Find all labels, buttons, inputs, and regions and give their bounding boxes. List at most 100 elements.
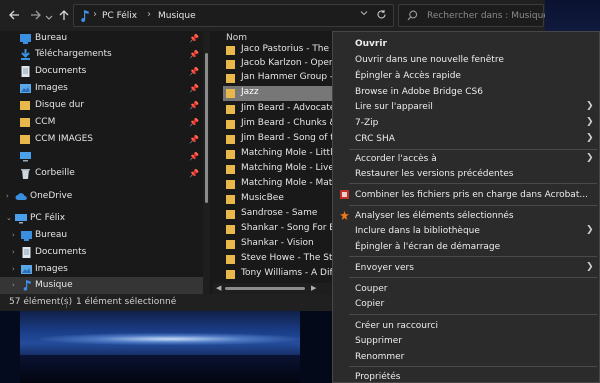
pin-icon[interactable]: 📌 <box>189 169 199 178</box>
menu-item-acrobat-combine[interactable]: Combiner les fichiers pris en charge dan… <box>333 187 599 203</box>
menu-item-crc-sha[interactable]: CRC SHA ❯ <box>333 131 599 147</box>
menu-item-create-shortcut[interactable]: Créer un raccourci <box>333 318 599 334</box>
expand-chevron-icon[interactable]: › <box>12 248 15 256</box>
nav-item-onedrive[interactable]: › OneDrive <box>6 189 196 205</box>
file-row[interactable]: Shankar - Song For Ever <box>226 222 332 237</box>
nav-item-ccm-images[interactable]: CCM IMAGES <box>20 132 200 148</box>
address-dropdown-chevron-icon[interactable] <box>360 9 368 20</box>
scroll-left-icon[interactable]: ◀ <box>216 284 221 292</box>
folder-icon <box>20 100 31 111</box>
menu-item-pin-start[interactable]: Épingler à l'écran de démarrage <box>333 239 599 255</box>
file-row[interactable]: Steve Howe - The Steve <box>226 252 332 267</box>
nav-item-pc-musique[interactable]: › Musique <box>12 278 197 294</box>
nav-item-pc-bureau[interactable]: › Bureau <box>12 228 197 244</box>
menu-item-rename[interactable]: Renommer <box>333 349 599 365</box>
folder-icon <box>226 119 235 129</box>
file-row[interactable]: Tony Williams - A Differe <box>226 267 332 282</box>
nav-item-label: Corbeille <box>35 168 75 178</box>
pin-icon[interactable]: 📌 <box>189 152 199 161</box>
recent-locations-chevron-icon[interactable] <box>45 11 53 25</box>
nav-item-ccm[interactable]: CCM <box>20 115 200 131</box>
nav-item-telechargements[interactable]: Téléchargements <box>20 47 200 63</box>
file-row[interactable]: MusicBee <box>226 192 332 207</box>
pin-icon[interactable]: 📌 <box>189 50 199 59</box>
folder-icon <box>226 254 235 264</box>
menu-item-copy[interactable]: Copier <box>333 296 599 312</box>
file-row[interactable]: Jan Hammer Group - Liv <box>226 71 332 86</box>
nav-item-documents[interactable]: Documents <box>20 64 200 80</box>
horizontal-scrollbar-thumb[interactable] <box>225 287 305 290</box>
menu-separator <box>349 149 597 150</box>
pin-icon[interactable]: 📌 <box>189 118 199 127</box>
pin-icon[interactable]: 📌 <box>189 34 199 43</box>
forward-arrow-icon[interactable] <box>29 8 43 22</box>
menu-item-open-new-window[interactable]: Ouvrir dans une nouvelle fenêtre <box>333 52 599 68</box>
menu-item-properties[interactable]: Propriétés <box>333 369 599 383</box>
file-row[interactable]: Matching Mole - Little R <box>226 147 332 162</box>
nav-scrollbar[interactable] <box>203 31 210 294</box>
pictures-icon <box>20 83 31 94</box>
nav-item-images[interactable]: Images <box>20 81 200 97</box>
menu-item-give-access[interactable]: Accorder l'accès à ❯ <box>333 151 599 167</box>
expand-chevron-icon[interactable]: › <box>6 192 9 200</box>
folder-icon <box>226 179 235 189</box>
pin-icon[interactable]: 📌 <box>189 101 199 110</box>
nav-item-disque-dur[interactable]: Disque dur <box>20 98 200 114</box>
menu-item-adobe-bridge[interactable]: Browse in Adobe Bridge CS6 <box>333 84 599 100</box>
nav-item-corbeille[interactable]: Corbeille <box>20 166 200 182</box>
file-row-selected[interactable]: Jazz <box>223 86 332 101</box>
nav-item-bureau[interactable]: Bureau <box>20 31 200 47</box>
breadcrumb-pc[interactable]: PC Félix <box>102 11 137 21</box>
nav-item-pc-documents[interactable]: › Documents <box>12 245 197 261</box>
back-arrow-icon[interactable] <box>7 8 21 22</box>
column-header-name[interactable]: Nom <box>226 33 247 43</box>
file-row[interactable]: Jaco Pastorius - The Flor <box>226 43 332 58</box>
expand-chevron-icon[interactable]: › <box>12 281 15 289</box>
file-row[interactable]: Shankar - Vision <box>226 237 332 252</box>
menu-item-delete[interactable]: Supprimer <box>333 333 599 349</box>
desktop-folder-icon <box>21 230 32 241</box>
scroll-right-icon[interactable]: ▶ <box>311 284 316 292</box>
search-box[interactable]: Rechercher dans : Musique <box>398 4 549 27</box>
collapse-chevron-icon[interactable]: ⌄ <box>6 214 12 222</box>
menu-item-ouvrir[interactable]: Ouvrir <box>333 36 599 52</box>
wallpaper-landscape <box>0 355 332 383</box>
menu-item-7zip[interactable]: 7-Zip ❯ <box>333 115 599 131</box>
submenu-arrow-icon: ❯ <box>586 153 594 163</box>
nav-item-label: Images <box>35 83 68 93</box>
nav-scrollbar-thumb[interactable] <box>205 53 208 203</box>
menu-item-include-library[interactable]: Inclure dans la bibliothèque ❯ <box>333 223 599 239</box>
file-row[interactable]: Jim Beard - Advocate <box>226 102 332 117</box>
breadcrumb-musique[interactable]: Musique <box>158 11 196 21</box>
menu-item-cut[interactable]: Couper <box>333 281 599 297</box>
pin-icon[interactable]: 📌 <box>189 67 199 76</box>
refresh-icon[interactable] <box>376 9 387 23</box>
menu-item-restore-versions[interactable]: Restaurer les versions précédentes <box>333 166 599 182</box>
menu-item-send-to[interactable]: Envoyer vers ❯ <box>333 260 599 276</box>
file-row[interactable]: Sandrose - Same <box>226 207 332 222</box>
nav-item-pc-images[interactable]: › Images <box>12 262 197 278</box>
up-arrow-icon[interactable] <box>57 8 71 22</box>
nav-item-pc[interactable]: ⌄ PC Félix <box>6 211 196 227</box>
file-row[interactable]: Jim Beard - Chunks & Ch <box>226 117 332 132</box>
pin-icon[interactable]: 📌 <box>189 135 199 144</box>
file-row[interactable]: Jacob Karlzon - Open W <box>226 57 332 72</box>
expand-chevron-icon[interactable]: › <box>12 265 15 273</box>
file-row[interactable]: Matching Mole - Live In <box>226 162 332 177</box>
nav-item-unnamed[interactable] <box>20 149 200 165</box>
search-placeholder: Rechercher dans : Musique <box>427 11 549 21</box>
folder-icon <box>226 149 235 159</box>
address-bar[interactable]: › PC Félix › Musique <box>73 4 394 27</box>
menu-item-play-on-device[interactable]: Lire sur l'appareil ❯ <box>333 99 599 115</box>
menu-item-scan[interactable]: Analyser les éléments sélectionnés <box>333 208 599 224</box>
selection-count: 1 élément sélectionné <box>76 297 177 307</box>
expand-chevron-icon[interactable]: › <box>12 231 15 239</box>
menu-item-pin-quick-access[interactable]: Épingler à Accès rapide <box>333 68 599 84</box>
folder-icon <box>226 239 235 249</box>
desktop-wallpaper <box>0 311 332 383</box>
file-row[interactable]: Matching Mole - Matchi <box>226 177 332 192</box>
pin-icon[interactable]: 📌 <box>189 84 199 93</box>
horizontal-scrollbar[interactable]: ◀ ▶ <box>213 283 332 294</box>
nav-item-label: Disque dur <box>35 100 85 110</box>
file-row[interactable]: Jim Beard - Song of the <box>226 132 332 147</box>
